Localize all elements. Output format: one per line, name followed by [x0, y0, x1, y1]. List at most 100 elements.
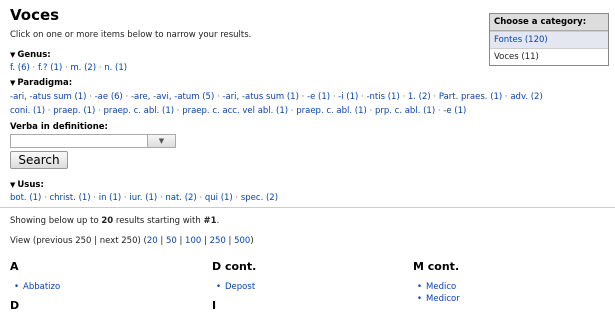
triangle-down-icon: ▼: [10, 51, 16, 59]
column-heading: D: [10, 299, 20, 312]
page-size-link[interactable]: 50: [166, 236, 177, 246]
verba-label: Verba in definitione:: [10, 122, 108, 132]
facet-link[interactable]: prp. c. abl. (1): [375, 106, 435, 116]
facet-link[interactable]: -e (1): [443, 106, 466, 116]
verba-input[interactable]: [10, 134, 148, 148]
category-link[interactable]: Fontes (120): [494, 35, 548, 45]
summary-suffix: .: [216, 216, 220, 226]
facet-link[interactable]: praep. c. abl. (1): [103, 106, 174, 116]
facet-link[interactable]: in (1): [99, 193, 122, 203]
facet-link[interactable]: -e (1): [307, 92, 330, 102]
facet-link[interactable]: -ntis (1): [366, 92, 399, 102]
facet-genus-heading[interactable]: ▼ Genus:: [10, 50, 51, 60]
facet-link[interactable]: praep. c. abl. (1): [296, 106, 367, 116]
separator: ·: [196, 193, 205, 203]
column-heading: D cont.: [212, 260, 257, 273]
results-summary: Showing below up to 20 results starting …: [10, 216, 219, 226]
separator: ·: [298, 92, 307, 102]
separator: |: [176, 236, 186, 246]
result-link[interactable]: Medicor: [426, 294, 460, 304]
page-size-link[interactable]: 500: [234, 236, 250, 246]
facet-link[interactable]: n. (1): [104, 63, 127, 73]
facet-link[interactable]: praep. c. acc. vel abl. (1): [182, 106, 288, 116]
facet-paradigma-label: Paradigma:: [17, 78, 73, 88]
separator: |: [225, 236, 235, 246]
bullet-icon: •: [417, 294, 423, 304]
bullet-icon: •: [216, 282, 222, 292]
summary-start: #1: [203, 216, 217, 226]
separator: ·: [45, 106, 54, 116]
facet-link[interactable]: coni. (1): [10, 106, 45, 116]
facet-link[interactable]: adv. (2): [510, 92, 542, 102]
category-item-fontes[interactable]: Fontes (120): [490, 31, 608, 48]
facet-link[interactable]: christ. (1): [49, 193, 90, 203]
facet-link[interactable]: spec. (2): [241, 193, 278, 203]
list-item[interactable]: • Depost: [216, 282, 255, 292]
facet-link[interactable]: -are, -avi, -atum (5): [131, 92, 214, 102]
facet-usus-list: bot. (1) · christ. (1) · in (1) · iur. (…: [10, 193, 278, 203]
facet-link[interactable]: -ae (6): [95, 92, 123, 102]
facet-genus-label: Genus:: [17, 50, 51, 60]
search-button[interactable]: Search: [10, 151, 68, 169]
separator: ·: [330, 92, 339, 102]
pagination: View (previous 250 | next 250) (20 | 50 …: [10, 236, 254, 246]
facet-link[interactable]: iur. (1): [129, 193, 157, 203]
page-title: Voces: [10, 6, 60, 24]
facet-link[interactable]: -ari, -atus sum (1): [10, 92, 87, 102]
verba-dropdown-button[interactable]: ▼: [148, 134, 176, 148]
column-heading: I: [212, 299, 217, 312]
separator: ·: [86, 92, 95, 102]
category-box: Choose a category: Fontes (120) Voces (1…: [489, 13, 609, 66]
separator: ·: [90, 193, 99, 203]
result-link[interactable]: Depost: [225, 282, 255, 292]
separator: ·: [366, 106, 375, 116]
facet-link[interactable]: -ari, -atus sum (1): [222, 92, 299, 102]
bullet-icon: •: [14, 282, 20, 292]
page-size-link[interactable]: 250: [210, 236, 226, 246]
facet-link[interactable]: -i (1): [338, 92, 358, 102]
facet-link[interactable]: Part. praes. (1): [439, 92, 502, 102]
triangle-down-icon: ▼: [10, 79, 16, 87]
summary-middle: results starting with: [113, 216, 204, 226]
facet-link[interactable]: m. (2): [70, 63, 96, 73]
list-item[interactable]: • Medicor: [417, 294, 460, 304]
pagination-prefix: View (previous 250 | next 250) (: [10, 236, 147, 246]
separator: ·: [430, 92, 439, 102]
separator: |: [157, 236, 166, 246]
list-item[interactable]: • Medico: [417, 282, 456, 292]
facet-paradigma-list-2: coni. (1) · praep. (1) · praep. c. abl. …: [10, 106, 466, 116]
column-heading: M cont.: [413, 260, 460, 273]
facet-genus-list: f. (6) · f.? (1) · m. (2) · n. (1): [10, 63, 127, 73]
facet-link[interactable]: praep. (1): [53, 106, 95, 116]
facet-paradigma-heading[interactable]: ▼ Paradigma:: [10, 78, 72, 88]
separator: ·: [122, 92, 131, 102]
facet-link[interactable]: nat. (2): [165, 193, 196, 203]
chevron-down-icon: ▼: [158, 137, 165, 145]
pagination-suffix: ): [250, 236, 254, 246]
column-heading: A: [10, 260, 19, 273]
separator: ·: [288, 106, 297, 116]
list-item[interactable]: • Abbatizo: [14, 282, 60, 292]
category-item-voces: Voces (11): [490, 48, 608, 65]
facet-link[interactable]: bot. (1): [10, 193, 41, 203]
facet-link[interactable]: 1. (2): [408, 92, 431, 102]
facet-link[interactable]: f.? (1): [38, 63, 62, 73]
divider: [0, 207, 615, 208]
page-size-link[interactable]: 20: [147, 236, 158, 246]
result-link[interactable]: Medico: [426, 282, 456, 292]
separator: ·: [29, 63, 38, 73]
bullet-icon: •: [417, 282, 423, 292]
facet-link[interactable]: f. (6): [10, 63, 30, 73]
facet-usus-label: Usus:: [17, 180, 44, 190]
page-size-link[interactable]: 100: [185, 236, 201, 246]
facet-paradigma-list-1: -ari, -atus sum (1) · -ae (6) · -are, -a…: [10, 92, 543, 102]
facet-link[interactable]: qui (1): [205, 193, 233, 203]
separator: ·: [174, 106, 183, 116]
category-box-header: Choose a category:: [490, 14, 608, 31]
separator: ·: [232, 193, 241, 203]
facet-usus-heading[interactable]: ▼ Usus:: [10, 180, 44, 190]
triangle-down-icon: ▼: [10, 181, 16, 189]
result-link[interactable]: Abbatizo: [23, 282, 60, 292]
intro-text: Click on one or more items below to narr…: [10, 30, 252, 40]
pagination-options: 20 | 50 | 100 | 250 | 500: [147, 236, 250, 246]
